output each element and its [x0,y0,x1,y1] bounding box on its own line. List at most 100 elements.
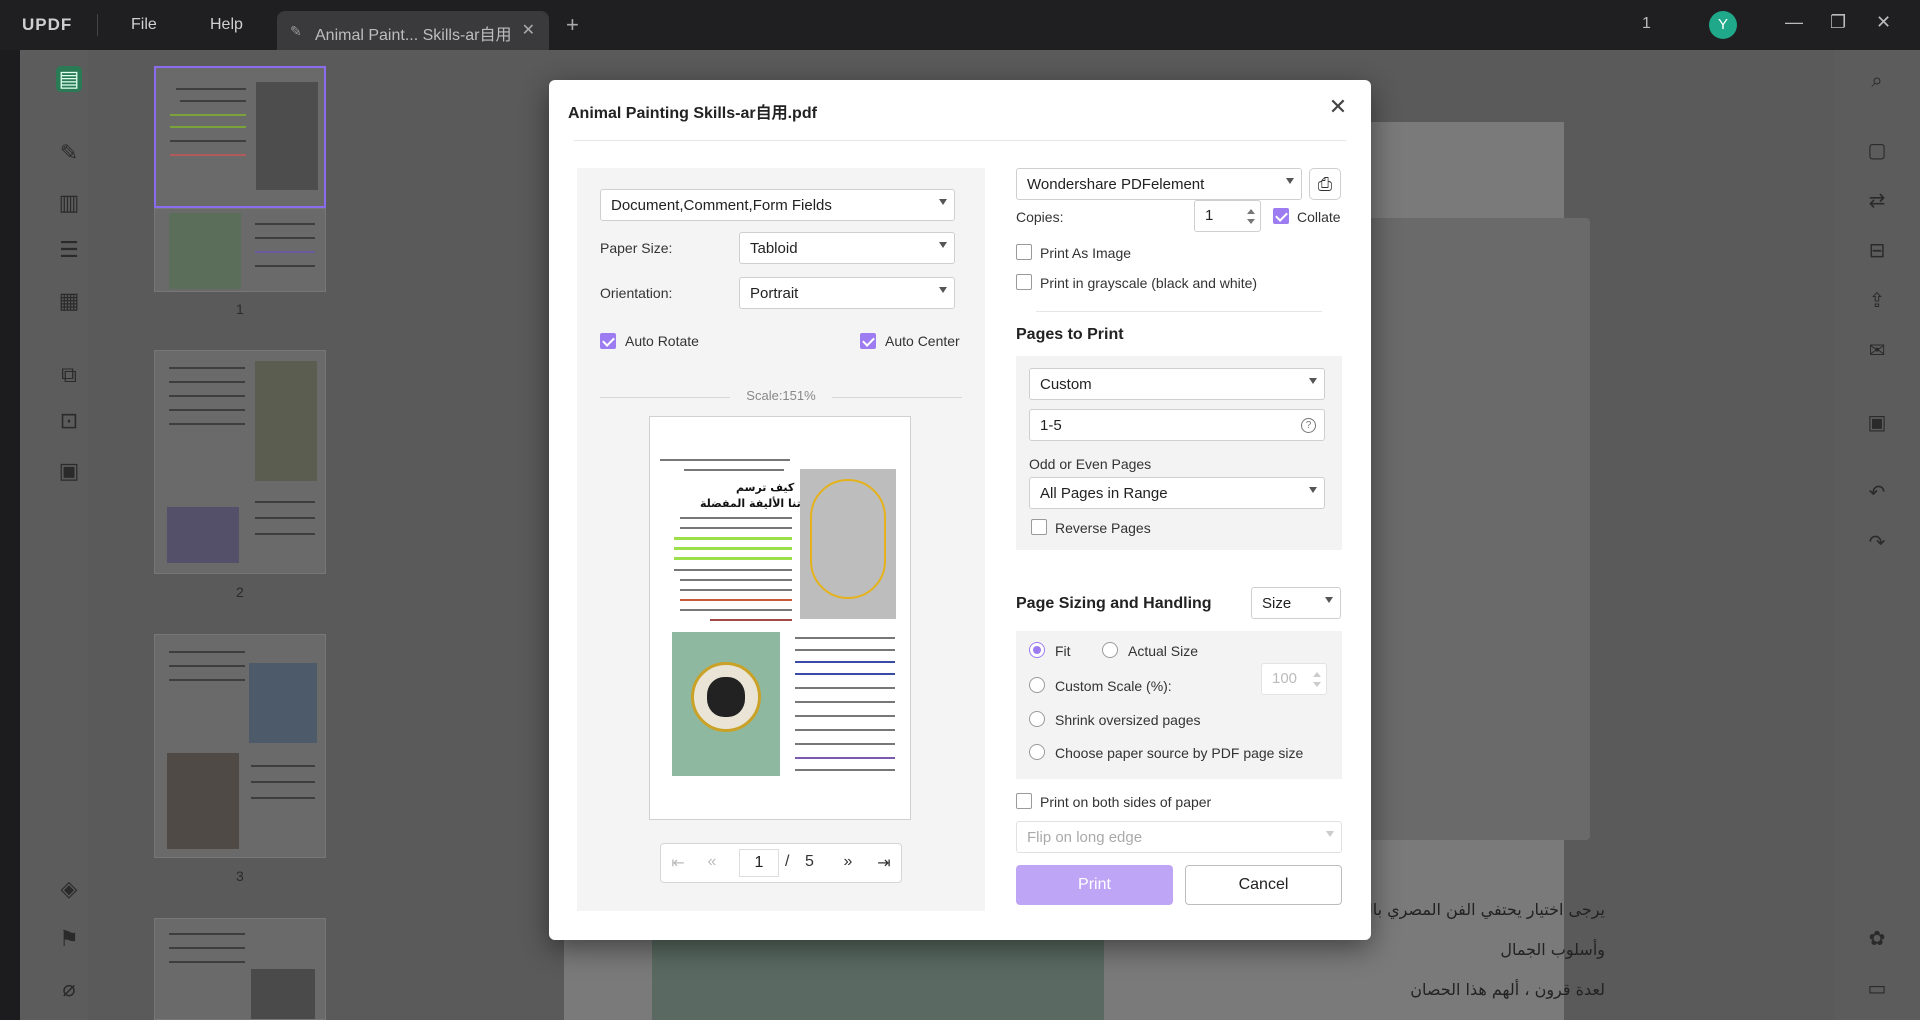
preview-pane: Document,Comment,Form Fields Paper Size:… [577,168,985,911]
auto-rotate-checkbox[interactable] [600,333,616,349]
paper-size-value: Tabloid [750,240,798,257]
odd-even-select[interactable]: All Pages in Range [1029,477,1325,509]
redo-icon[interactable]: ↷ [1864,530,1890,556]
page-range-input[interactable]: 1-5 ? [1029,409,1325,441]
preview-heading: كيف ترسم [736,481,795,494]
orientation-label: Orientation: [600,285,673,301]
doc-text-line: وأسلوب الجمال [1500,940,1605,959]
printer-properties-icon[interactable]: ⎙ [1309,168,1341,200]
protect-icon[interactable]: ▣ [56,458,82,484]
form-icon[interactable]: ☰ [56,237,82,263]
settings-divider [1036,311,1322,312]
protect-document-icon[interactable]: ⊟ [1864,238,1890,264]
save-icon[interactable]: ▣ [1864,410,1890,436]
pages-mode-value: Custom [1040,376,1092,393]
print-settings-pane: Wondershare PDFelement ⎙ Copies: 1 Colla… [1016,168,1351,911]
attachment-icon[interactable]: ⌀ [56,976,82,1002]
help-icon[interactable]: ? [1301,418,1316,433]
add-tab-icon[interactable]: + [566,12,579,38]
custom-scale-stepper[interactable]: 100 [1261,663,1327,695]
pages-to-print-box: Custom 1-5 ? Odd or Even Pages All Pages… [1016,356,1342,550]
menu-file[interactable]: File [131,16,157,34]
menu-help[interactable]: Help [210,16,243,34]
undo-icon[interactable]: ↶ [1864,480,1890,506]
thumbnail-label-1: 1 [236,301,244,317]
scale-text: Scale:151% [746,388,816,403]
sizing-mode-select[interactable]: Size [1251,587,1341,619]
page-sizing-title: Page Sizing and Handling [1016,595,1212,612]
printer-select[interactable]: Wondershare PDFelement [1016,168,1302,200]
doc-text-line: يرجى اختيار يحتفي الفن المصري بال [1361,900,1605,919]
reverse-pages-checkbox[interactable] [1031,519,1047,535]
close-window-icon[interactable]: ✕ [1876,12,1891,33]
email-icon[interactable]: ✉ [1864,338,1890,364]
copies-label: Copies: [1016,209,1064,225]
odd-even-label: Odd or Even Pages [1029,456,1152,472]
collate-checkbox[interactable] [1273,208,1289,224]
reader-mode-icon[interactable]: ▤ [56,66,82,92]
orientation-value: Portrait [750,285,799,302]
share-icon[interactable]: ⇪ [1864,288,1890,314]
auto-center-label: Auto Center [885,333,960,349]
last-page-button[interactable]: ⇥ [873,853,895,873]
paper-source-radio[interactable] [1029,744,1045,760]
thumbnail-page-2[interactable] [154,350,326,574]
thumbnail-page-3[interactable] [154,634,326,858]
print-preview: كيف ترسم حيواناتنا الأليفة المفضلة [649,416,911,820]
edit-pdf-icon[interactable]: ▥ [56,190,82,216]
custom-scale-value: 100 [1272,670,1298,687]
restore-icon[interactable]: ❐ [1830,12,1846,33]
avatar[interactable]: Y [1709,11,1737,39]
thumbnail-page-4[interactable] [154,918,326,1020]
layers-icon[interactable]: ◈ [56,876,82,902]
odd-even-value: All Pages in Range [1040,485,1168,502]
previous-page-button[interactable]: « [701,853,723,871]
next-page-button[interactable]: » [837,853,859,871]
thumbnail-label-3: 3 [236,868,244,884]
comment-icon[interactable]: ✎ [56,140,82,166]
bookmark-icon[interactable]: ⚑ [56,926,82,952]
document-tab[interactable]: ✎ Animal Paint... Skills-ar自用 ✕ [277,11,549,50]
fit-radio[interactable] [1029,642,1045,658]
paper-source-label: Choose paper source by PDF page size [1055,745,1304,761]
page-sizing-box: Fit Actual Size Custom Scale (%): 100 Sh… [1016,631,1342,779]
crop-icon[interactable]: ⊡ [56,408,82,434]
auto-center-checkbox[interactable] [860,333,876,349]
pages-mode-select[interactable]: Custom [1029,368,1325,400]
ai-assistant-icon[interactable]: ✿ [1864,926,1890,952]
both-sides-checkbox[interactable] [1016,793,1032,809]
preview-photo [672,632,780,776]
preview-pager: ⇤ « 1 / 5 » ⇥ [660,843,902,883]
ocr-icon[interactable]: ▢ [1864,138,1890,164]
dialog-close-icon[interactable]: ✕ [1324,93,1352,121]
orientation-select[interactable]: Portrait [739,277,955,309]
thumbnail-page-1[interactable] [154,66,326,208]
comments-panel-icon[interactable]: ▭ [1864,976,1890,1002]
current-page-input[interactable]: 1 [739,849,779,877]
organize-pages-icon[interactable]: ⧉ [56,362,82,388]
thumbnail-panel: 1 2 3 [88,50,404,1020]
grayscale-checkbox[interactable] [1016,274,1032,290]
fill-sign-icon[interactable]: ▦ [56,288,82,314]
window-count[interactable]: 1 [1642,15,1651,33]
convert-icon[interactable]: ⇄ [1864,188,1890,214]
thumbnail-page-1-lower[interactable] [154,208,326,292]
paper-size-label: Paper Size: [600,240,673,256]
print-as-image-checkbox[interactable] [1016,244,1032,260]
paper-size-select[interactable]: Tabloid [739,232,955,264]
first-page-button[interactable]: ⇤ [667,853,689,873]
minimize-icon[interactable]: — [1785,12,1803,33]
content-select[interactable]: Document,Comment,Form Fields [600,189,955,221]
tab-close-icon[interactable]: ✕ [522,20,535,40]
page-separator: / [785,853,790,870]
fit-label: Fit [1055,643,1071,659]
search-icon[interactable]: ⌕ [1864,68,1890,94]
flip-edge-select[interactable]: Flip on long edge [1016,821,1342,853]
shrink-oversized-radio[interactable] [1029,711,1045,727]
copies-stepper[interactable]: 1 [1194,200,1261,232]
grayscale-label: Print in grayscale (black and white) [1040,275,1258,291]
custom-scale-radio[interactable] [1029,677,1045,693]
print-button[interactable]: Print [1016,865,1173,905]
actual-size-radio[interactable] [1102,642,1118,658]
cancel-button[interactable]: Cancel [1185,865,1342,905]
